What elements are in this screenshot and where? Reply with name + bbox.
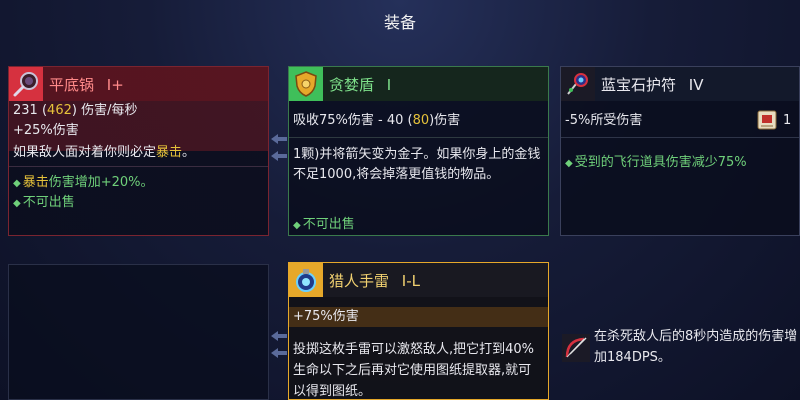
item-tier: I+ — [106, 75, 124, 94]
card-hunter-grenade[interactable]: 猎人手雷 I-L +75%伤害 投掷这枚手雷可以激怒敌人,把它打到40%生命以下… — [288, 262, 549, 400]
grenade-icon — [289, 263, 323, 297]
frying-pan-icon — [9, 67, 43, 101]
scroll-icon — [754, 107, 780, 133]
bullet-text: 受到的飞行道具伤害减少75% — [574, 155, 747, 170]
arrow-left-icon — [269, 150, 289, 162]
item-name: 贪婪盾 — [329, 75, 375, 94]
item-name: 猎人手雷 — [329, 271, 390, 290]
stat-line: +25%伤害 — [13, 123, 79, 138]
amulet-icon — [561, 67, 595, 101]
desc-text: 如果敌人面对着你则必定 — [13, 145, 157, 160]
arrow-right-icon — [269, 330, 289, 342]
bullet-text: 不可出售 — [22, 195, 75, 210]
dps-line: 231 (462) 伤害/每秒 — [13, 103, 138, 118]
card-header: 蓝宝石护符 IV — [561, 67, 799, 101]
stat-line: 吸收75%伤害 - 40 (80)伤害 — [293, 111, 542, 131]
bullet-icon: ◆ — [565, 158, 573, 169]
description: 1颗)并将箭矢变为金子。如果你身上的金钱不足1000,将会掉落更值钱的物品。 — [293, 147, 541, 182]
bullet-line: ◆ 不可出售 — [13, 193, 262, 214]
bow-icon — [562, 334, 590, 362]
card-header: 猎人手雷 I-L — [289, 263, 548, 297]
bullet-highlight: 暴击 — [22, 175, 49, 190]
description: 投掷这枚手雷可以激怒敌人,把它打到40%生命以下之后再对它使用图纸提取器,就可以… — [293, 342, 535, 399]
item-tier: IV — [688, 75, 704, 94]
desc-highlight: 暴击 — [156, 145, 183, 160]
card-header: 贪婪盾 I — [289, 67, 548, 101]
bullet-text: 不可出售 — [302, 217, 355, 232]
dps-label: 伤害/每秒 — [81, 103, 138, 118]
bullet-icon: ◆ — [13, 198, 21, 209]
bullet-line: ◆ 受到的飞行道具伤害减少75% — [565, 153, 793, 174]
item-tier: I — [386, 75, 392, 94]
bullet-icon: ◆ — [13, 178, 21, 189]
dps-total: 462 — [47, 103, 72, 118]
stat-line: +75%伤害 — [289, 307, 548, 327]
card-greed-shield[interactable]: 贪婪盾 I 吸收75%伤害 - 40 (80)伤害 1颗)并将箭矢变为金子。如果… — [288, 66, 549, 236]
perk-tooltip: 在杀死敌人后的8秒内造成的伤害增加184DPS。 — [560, 322, 800, 372]
bullet-icon: ◆ — [293, 220, 301, 231]
card-header: 平底锅 I+ — [9, 67, 268, 101]
card-sapphire-amulet[interactable]: 蓝宝石护符 IV -5%所受伤害 1 ◆ 受到的飞行道具伤害减少75% — [560, 66, 800, 236]
desc-suffix: 。 — [182, 145, 196, 160]
card-empty-slot[interactable] — [8, 264, 269, 400]
bullet-line: ◆ 暴击伤害增加+20%。 — [13, 173, 262, 194]
shield-icon — [289, 67, 323, 101]
dps-base: 231 — [13, 103, 38, 118]
stat-suffix: )伤害 — [429, 113, 461, 128]
card-frying-pan[interactable]: 平底锅 I+ 231 (462) 伤害/每秒 +25%伤害 如果敌人面对着你则必… — [8, 66, 269, 236]
divider — [561, 137, 799, 138]
item-name: 蓝宝石护符 — [601, 75, 677, 94]
description: 如果敌人面对着你则必定暴击。 — [13, 143, 262, 163]
bullet-line: ◆ 不可出售 — [293, 215, 542, 236]
bullet-text: 伤害增加+20%。 — [48, 175, 154, 190]
item-tier: I-L — [401, 271, 420, 290]
stat-text: 吸收75%伤害 - 40 ( — [293, 113, 413, 128]
stat-value: 80 — [412, 113, 430, 128]
screen-title: 装备 — [383, 13, 416, 32]
divider — [9, 166, 268, 167]
item-name: 平底锅 — [49, 75, 95, 94]
arrow-right-icon — [269, 133, 289, 145]
perk-text: 在杀死敌人后的8秒内造成的伤害增加184DPS。 — [594, 329, 798, 365]
scroll-count: 1 — [783, 113, 792, 128]
divider — [289, 137, 548, 138]
arrow-left-icon — [269, 347, 289, 359]
